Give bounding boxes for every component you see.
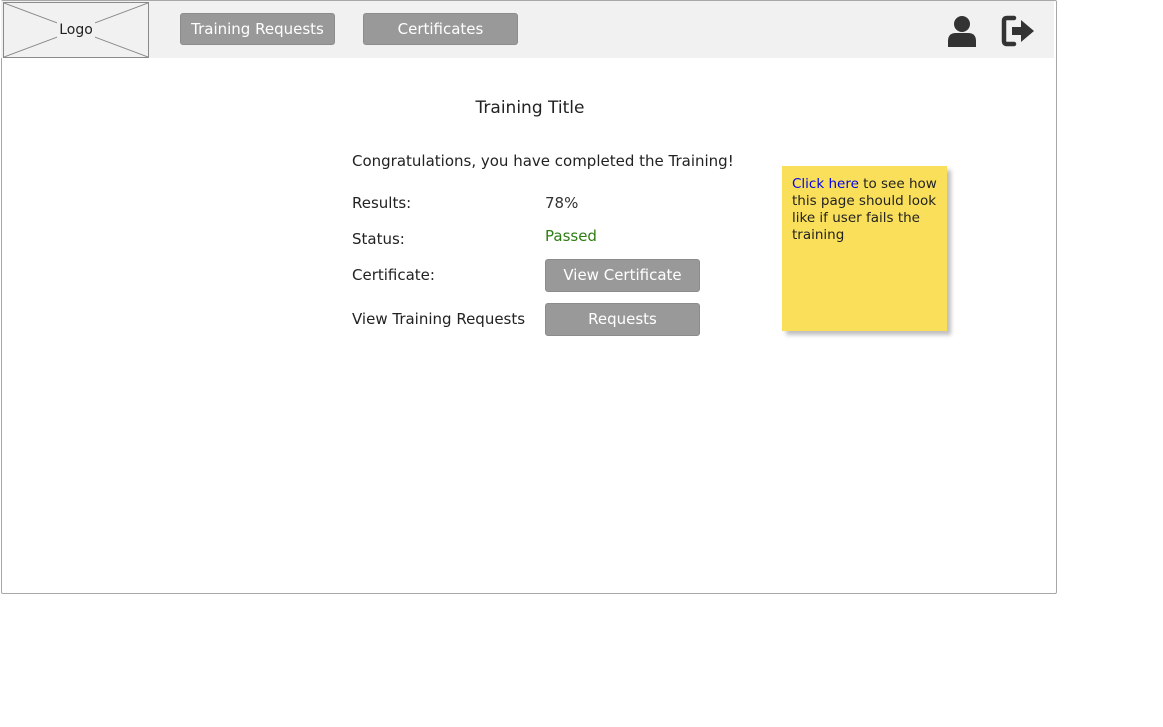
sign-out-icon[interactable]	[1001, 15, 1037, 47]
status-label: Status:	[352, 230, 405, 248]
nav-certificates-button[interactable]: Certificates	[363, 13, 518, 45]
view-certificate-button[interactable]: View Certificate	[545, 259, 700, 292]
fail-page-link[interactable]: Click here	[792, 176, 859, 192]
top-bar: Logo Training Requests Certificates	[1, 1, 1054, 58]
sticky-note: Click here to see how this page should l…	[782, 166, 947, 331]
results-value: 78%	[545, 194, 579, 212]
requests-button[interactable]: Requests	[545, 303, 700, 336]
results-label: Results:	[352, 194, 412, 212]
logo-label: Logo	[57, 22, 95, 38]
completion-message: Congratulations, you have completed the …	[352, 152, 734, 170]
nav-training-requests-button[interactable]: Training Requests	[180, 13, 335, 45]
logo-placeholder[interactable]: Logo	[3, 2, 149, 58]
training-title: Training Title	[475, 98, 585, 118]
status-value: Passed	[545, 227, 597, 245]
view-training-requests-label: View Training Requests	[352, 310, 526, 328]
certificate-label: Certificate:	[352, 266, 435, 284]
user-icon[interactable]	[947, 15, 977, 47]
